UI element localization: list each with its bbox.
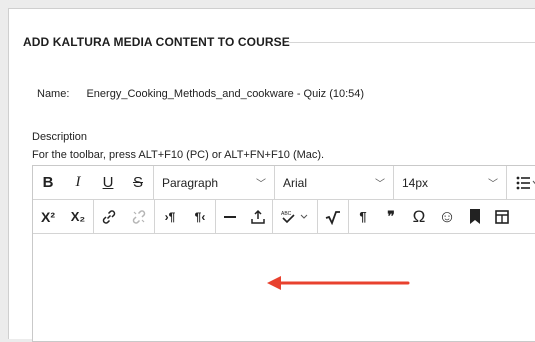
bullet-list-button[interactable] <box>507 166 535 199</box>
insert-file-button[interactable] <box>244 200 272 233</box>
upload-icon <box>251 209 265 224</box>
paragraph-format-select[interactable]: Paragraph ﹀ <box>154 166 274 199</box>
name-value: Energy_Cooking_Methods_and_cookware - Qu… <box>86 88 365 100</box>
toolbar-hint: For the toolbar, press ALT+F10 (PC) or A… <box>32 149 325 161</box>
emoticon-button[interactable]: ☺ <box>433 200 461 233</box>
underline-button[interactable]: U <box>93 166 123 199</box>
chevron-down-icon: ﹀ <box>488 179 498 190</box>
name-label: Name: <box>37 88 70 100</box>
bold-button[interactable]: B <box>33 166 63 199</box>
horizontal-line-icon <box>224 215 236 218</box>
svg-text:ABC: ABC <box>281 211 292 217</box>
content-panel: ADD KALTURA MEDIA CONTENT TO COURSE Name… <box>8 8 535 342</box>
spellcheck-icon: ABC <box>281 211 308 223</box>
font-size-select[interactable]: 14px ﹀ <box>394 166 506 199</box>
horizontal-line-button[interactable] <box>216 200 244 233</box>
unlink-icon <box>132 209 146 224</box>
chevron-down-icon: ﹀ <box>256 179 266 190</box>
description-label: Description <box>32 131 88 143</box>
ltr-direction-icon: ›¶ <box>164 209 176 224</box>
subscript-button[interactable]: X₂ <box>63 200 93 233</box>
chevron-down-icon: ﹀ <box>375 179 385 190</box>
paragraph-format-value: Paragraph <box>162 175 219 190</box>
section-divider <box>286 42 535 43</box>
table-button[interactable] <box>489 200 515 233</box>
toolbar-row-2: X² X₂ ›¶ ¶‹ ABC ¶ ❞ Ω ☺ <box>33 200 535 234</box>
rtl-direction-button[interactable]: ¶‹ <box>185 200 215 233</box>
bookmark-icon <box>470 209 480 224</box>
font-family-value: Arial <box>283 175 308 190</box>
arrow-head <box>267 276 281 290</box>
bullet-list-icon <box>516 176 535 189</box>
rtl-direction-icon: ¶‹ <box>194 209 206 224</box>
bookmark-button[interactable] <box>461 200 489 233</box>
section-title: ADD KALTURA MEDIA CONTENT TO COURSE <box>23 35 290 49</box>
square-root-icon <box>325 210 340 225</box>
name-row: Name: Energy_Cooking_Methods_and_cookwar… <box>37 88 364 100</box>
ltr-direction-button[interactable]: ›¶ <box>155 200 185 233</box>
insert-link-button[interactable] <box>94 200 124 233</box>
font-family-select[interactable]: Arial ﹀ <box>275 166 393 199</box>
italic-button[interactable]: I <box>63 166 93 199</box>
description-editor[interactable]: B I U S Paragraph ﹀ Arial ﹀ 14px ﹀ X² X₂… <box>32 165 535 342</box>
special-character-button[interactable]: Ω <box>405 200 433 233</box>
link-icon <box>102 209 116 224</box>
blockquote-button[interactable]: ❞ <box>377 200 405 233</box>
table-icon <box>495 209 509 224</box>
arrow-left-icon <box>267 276 410 290</box>
toolbar-row-1: B I U S Paragraph ﹀ Arial ﹀ 14px ﹀ <box>33 166 535 200</box>
remove-link-button[interactable] <box>124 200 154 233</box>
math-equation-button[interactable] <box>318 200 348 233</box>
strikethrough-button[interactable]: S <box>123 166 153 199</box>
red-arrow-annotation <box>265 274 410 297</box>
paragraph-mark-button[interactable]: ¶ <box>349 200 377 233</box>
superscript-button[interactable]: X² <box>33 200 63 233</box>
font-size-value: 14px <box>402 175 429 190</box>
spellcheck-button[interactable]: ABC <box>273 200 317 233</box>
